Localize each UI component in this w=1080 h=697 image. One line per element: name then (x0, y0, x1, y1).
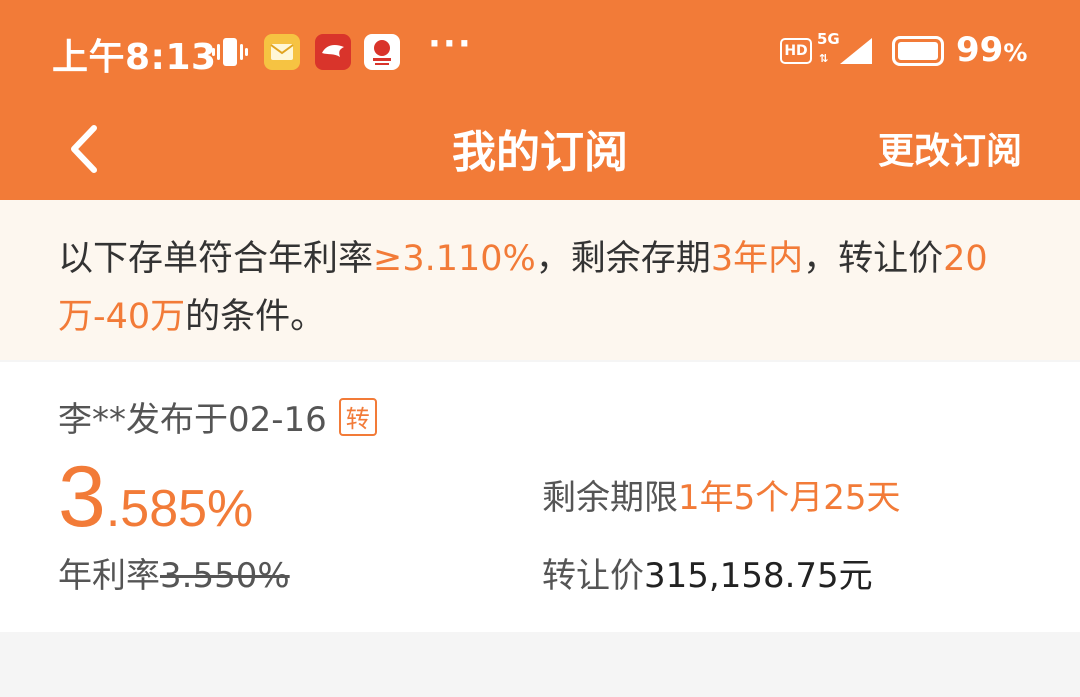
original-rate: 3.550% (160, 556, 290, 596)
publisher-text: 李**发布于02-16 (58, 400, 327, 440)
notice-suffix: 的条件。 (185, 297, 326, 337)
transfer-tag: 转 (338, 397, 377, 436)
deposit-listing-card[interactable]: 李**发布于02-16 转 3.585% 年利率3.550% 剩余期限1年5个月… (0, 362, 1080, 632)
subscription-criteria-notice: 以下存单符合年利率≥3.110%，剩余存期3年内，转让价20万-40万的条件。 (0, 200, 1080, 360)
transfer-price: 转让价315,158.75元 (542, 548, 873, 597)
vibrate-icon (212, 34, 248, 70)
listing-rate: 3.585% (58, 448, 253, 547)
data-arrows-icon: ⇅ (819, 52, 829, 65)
rate-integer: 3 (58, 449, 106, 545)
battery-fill (898, 42, 938, 60)
header: 上午8:13 ··· HD 5G ⇅ 99% 我的订阅 更改订阅 (0, 0, 1080, 200)
battery-percent: 99% (956, 30, 1028, 70)
bank-app-icon (364, 34, 400, 70)
change-subscription-button[interactable]: 更改订阅 (878, 122, 1022, 174)
remaining-label: 剩余期限 (542, 478, 678, 518)
nav-bar: 我的订阅 更改订阅 (0, 100, 1080, 200)
rate-label: 年利率3.550% (58, 548, 290, 597)
notice-rate: ≥3.110% (373, 239, 536, 279)
notice-prefix: 以下存单符合年利率 (58, 239, 374, 279)
notice-term: 3年内 (710, 239, 804, 279)
rate-label-text: 年利率 (58, 556, 160, 596)
status-bar: 上午8:13 ··· HD 5G ⇅ 99% (0, 0, 1080, 100)
notice-sep1: ，剩余存期 (535, 239, 711, 279)
hd-icon: HD (780, 38, 812, 64)
battery-icon (892, 36, 944, 66)
remaining-value: 1年5个月25天 (678, 478, 901, 518)
mail-app-icon (264, 34, 300, 70)
notice-sep2: ，转让价 (803, 239, 944, 279)
price-value: 315,158.75元 (644, 556, 873, 596)
red-app-icon (315, 34, 351, 70)
signal-icon (840, 38, 872, 64)
listing-publisher: 李**发布于02-16 转 (58, 392, 377, 441)
remaining-term: 剩余期限1年5个月25天 (542, 470, 901, 519)
5g-icon: 5G (817, 30, 840, 48)
rate-decimal: .585% (105, 480, 254, 538)
status-time: 上午8:13 (52, 37, 217, 78)
more-dots-icon: ··· (428, 24, 473, 64)
price-label: 转让价 (542, 556, 644, 596)
